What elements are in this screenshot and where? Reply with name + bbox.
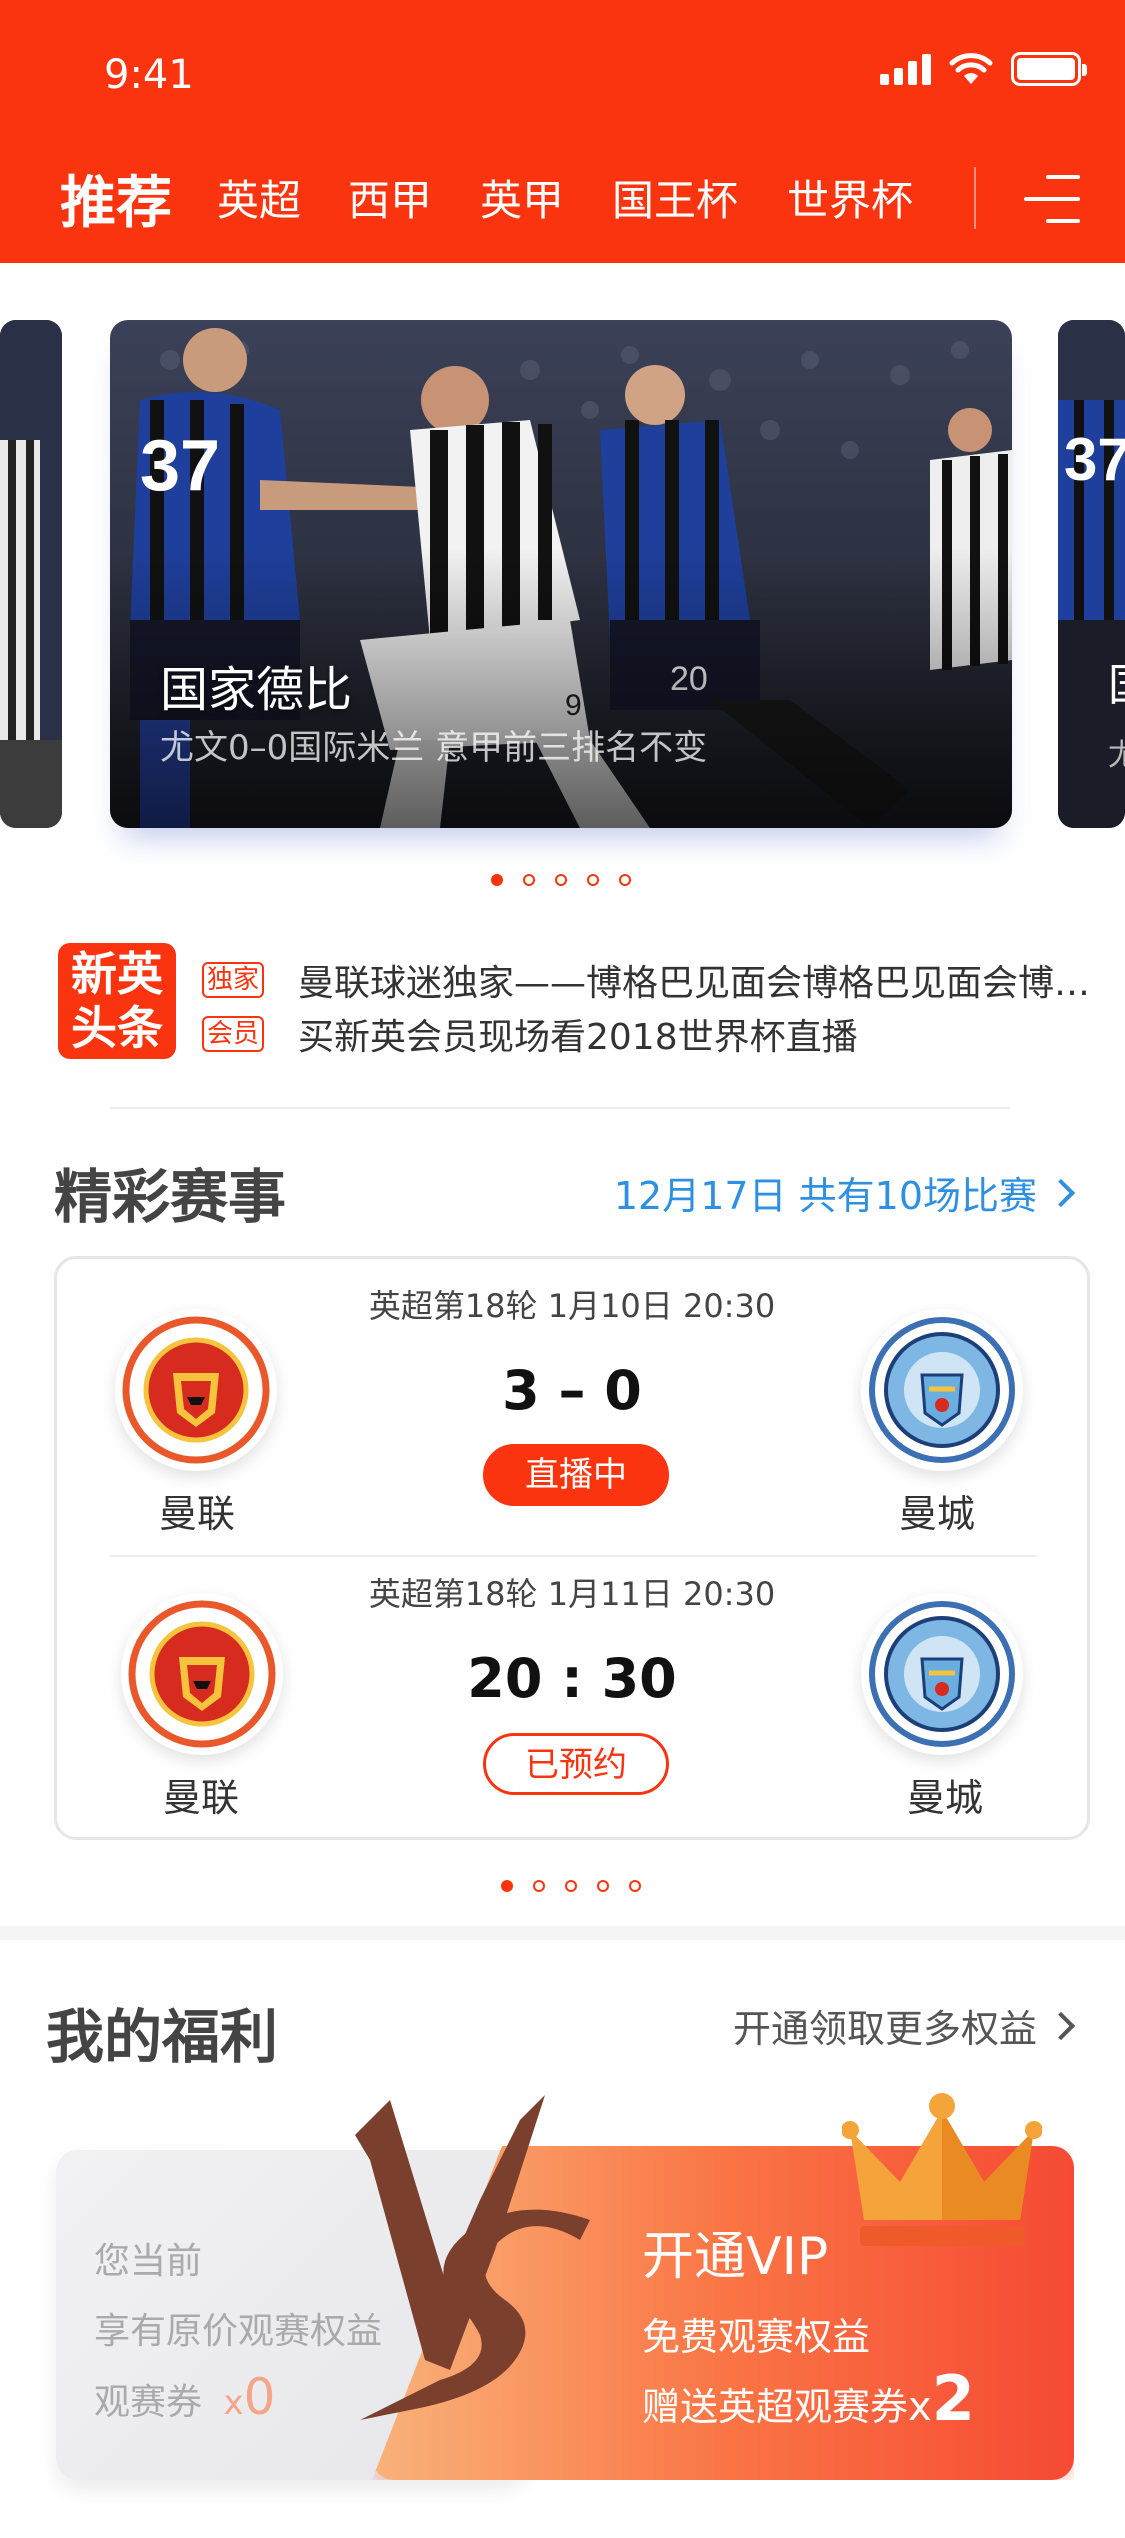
away-team-name: 曼城 <box>906 1776 983 1820</box>
benefits-section-title: 我的福利 <box>46 2003 279 2071</box>
matches-dot-2[interactable] <box>533 1880 545 1892</box>
banner-subtitle: 尤文0–0国际米兰 意甲前三排名不变 <box>160 728 708 768</box>
cellular-signal-icon <box>880 53 931 85</box>
news-item[interactable]: 独家 曼联球迷独家——博格巴见面会博格巴见面会博格巴见面会博格巴见面会 <box>202 954 1122 1006</box>
banner-slide[interactable]: 37 9 20 <box>110 320 1012 828</box>
league-tabs: 推荐 英超 西甲 英甲 国王杯 世界杯 <box>0 155 1125 236</box>
banner-next-subtitle: 尤 <box>1108 738 1125 773</box>
live-button[interactable]: 直播中 <box>483 1444 669 1506</box>
vip-ticket-row: 赠送英超观赛券x2 <box>642 2362 975 2435</box>
matches-date-link-label: 12月17日 共有10场比赛 <box>613 1174 1037 1218</box>
man-city-crest-icon <box>861 1593 1023 1755</box>
tab-divider <box>974 167 976 229</box>
news-text: 曼联球迷独家——博格巴见面会博格巴见面会博格巴见面会博格巴见面会 <box>298 963 1122 1004</box>
matches-dot-1[interactable] <box>501 1880 513 1892</box>
banner-next-title: 国 <box>1108 660 1125 711</box>
chevron-right-icon <box>1046 1178 1076 1207</box>
crown-icon <box>842 2093 1042 2246</box>
status-time: 9:41 <box>104 52 194 98</box>
tab-premier-league[interactable]: 英超 <box>217 167 301 228</box>
app-screen: 9:41 推荐 英超 西甲 英甲 国王杯 世界杯 国家德比 尤文0–0国际米兰 … <box>0 0 1125 2538</box>
battery-icon <box>1011 52 1087 86</box>
tab-league-one[interactable]: 英甲 <box>480 167 564 228</box>
menu-icon[interactable] <box>1024 173 1080 227</box>
tab-world-cup[interactable]: 世界杯 <box>787 167 913 228</box>
svg-text:37: 37 <box>1064 426 1125 493</box>
tab-recommended[interactable]: 推荐 <box>60 158 172 239</box>
tab-kings-cup[interactable]: 国王杯 <box>612 167 738 228</box>
away-team-name: 曼城 <box>898 1492 975 1536</box>
banner-dot-2[interactable] <box>523 874 535 886</box>
banner-pagination <box>491 874 631 886</box>
tab-la-liga[interactable]: 西甲 <box>348 167 432 228</box>
news-logo-line2: 头条 <box>71 1001 163 1055</box>
ticket-multiplier: x <box>223 2383 244 2423</box>
vip-ticket-multiplier: x <box>908 2384 932 2430</box>
matches-dot-5[interactable] <box>629 1880 641 1892</box>
banner-dot-4[interactable] <box>587 874 599 886</box>
reserved-button[interactable]: 已预约 <box>483 1733 669 1795</box>
vip-title: 开通VIP <box>642 2227 829 2287</box>
vs-graphic: VS <box>355 2095 590 2420</box>
vip-ticket-label: 赠送英超观赛券 <box>642 2385 909 2429</box>
benefits-more-link[interactable]: 开通领取更多权益 <box>732 1998 1076 2053</box>
banner-dot-3[interactable] <box>555 874 567 886</box>
matches-pagination <box>501 1880 641 1892</box>
divider <box>110 1107 1010 1109</box>
member-tag: 会员 <box>202 1016 264 1052</box>
home-team-name: 曼联 <box>162 1776 239 1820</box>
ticket-label: 观赛券 <box>94 2382 203 2423</box>
section-gap <box>0 1926 1125 1940</box>
current-label: 您当前 <box>94 2241 203 2282</box>
banner-prev[interactable] <box>0 320 62 828</box>
vip-free-rights: 免费观赛权益 <box>642 2315 871 2359</box>
home-team-name: 曼联 <box>158 1492 235 1536</box>
match-row[interactable]: 英超第18轮 1月10日 20:30 曼联 3 – 0 直播中 曼城 <box>57 1259 1087 1549</box>
man-city-crest-icon <box>861 1309 1023 1471</box>
banner-dot-5[interactable] <box>619 874 631 886</box>
news-text: 买新英会员现场看2018世界杯直播 <box>298 1017 858 1058</box>
current-ticket-row: 观赛券 x0 <box>94 2368 275 2426</box>
matches-dot-3[interactable] <box>565 1880 577 1892</box>
matches-card: 英超第18轮 1月10日 20:30 曼联 3 – 0 直播中 曼城 英超第18… <box>54 1256 1090 1840</box>
news-item[interactable]: 会员 买新英会员现场看2018世界杯直播 <box>202 1008 1122 1060</box>
status-icons <box>880 52 1087 86</box>
chevron-right-icon <box>1046 2011 1076 2040</box>
matches-section-title: 精彩赛事 <box>54 1163 287 1231</box>
vip-ticket-count: 2 <box>931 2362 975 2435</box>
benefits-more-link-label: 开通领取更多权益 <box>732 2007 1037 2051</box>
banner-dot-1[interactable] <box>491 874 503 886</box>
top-header: 9:41 推荐 英超 西甲 英甲 国王杯 世界杯 <box>0 0 1125 263</box>
ticket-count: 0 <box>243 2368 276 2426</box>
banner-next[interactable]: 37 国 尤 <box>1058 320 1125 828</box>
wifi-icon <box>949 53 993 84</box>
banner-title: 国家德比 <box>160 662 353 718</box>
exclusive-tag: 独家 <box>202 962 264 998</box>
match-row[interactable]: 英超第18轮 1月11日 20:30 曼联 20 : 30 已预约 曼城 <box>57 1555 1087 1845</box>
matches-date-link[interactable]: 12月17日 共有10场比赛 <box>613 1165 1076 1220</box>
news-headline-logo: 新英 头条 <box>58 943 176 1059</box>
matches-dot-4[interactable] <box>597 1880 609 1892</box>
news-logo-line1: 新英 <box>71 947 163 1001</box>
